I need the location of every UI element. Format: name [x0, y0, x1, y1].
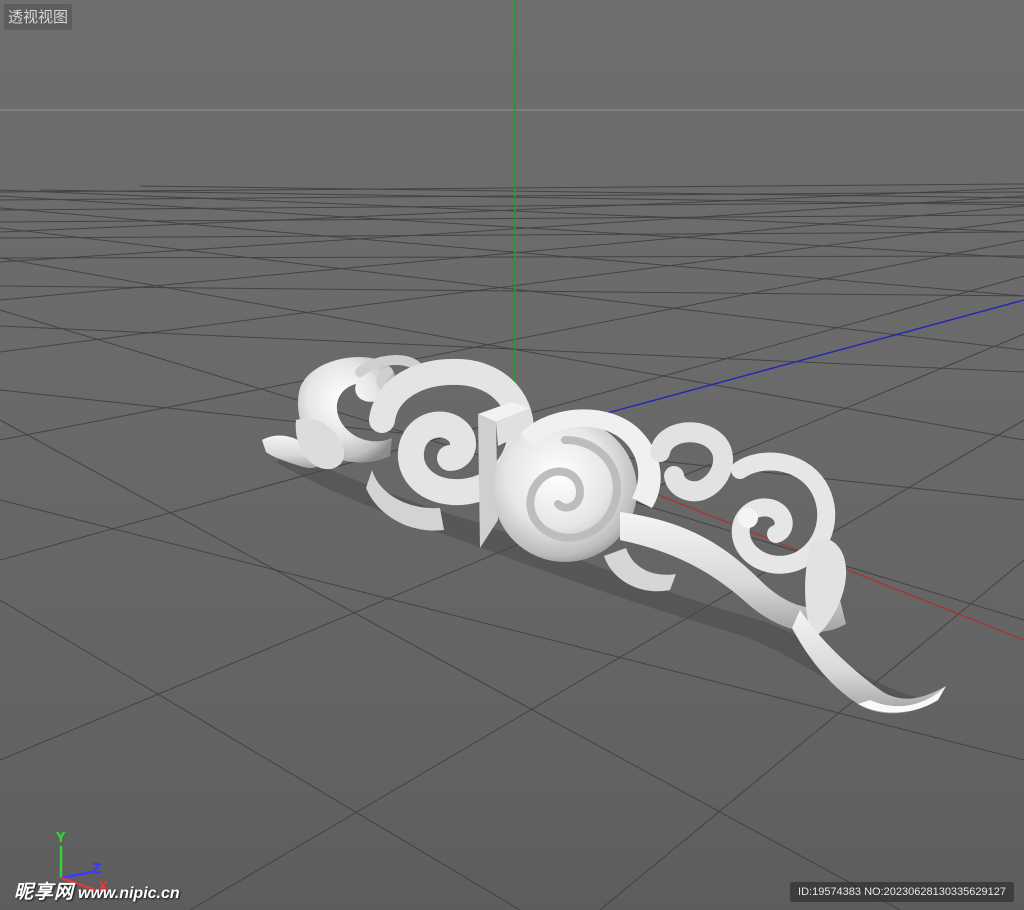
watermark-brand: 昵享网 [14, 881, 75, 903]
viewport-title[interactable]: 透视视图 [4, 4, 73, 30]
site-watermark: 昵享网 www.nipic.cn [14, 877, 180, 905]
cloud-ornament-model[interactable] [262, 355, 946, 714]
scene-canvas[interactable] [0, 0, 1024, 910]
watermark-url: www.nipic.cn [78, 885, 180, 902]
image-id-badge: ID:19574383 NO:20230628130335629127 [790, 882, 1014, 902]
gizmo-y-label: Y [56, 831, 66, 846]
perspective-viewport[interactable]: 透视视图 Y Z X 昵享网 www.nipic.cn ID:19574383 … [0, 0, 1024, 910]
gizmo-z-label: Z [92, 862, 102, 877]
